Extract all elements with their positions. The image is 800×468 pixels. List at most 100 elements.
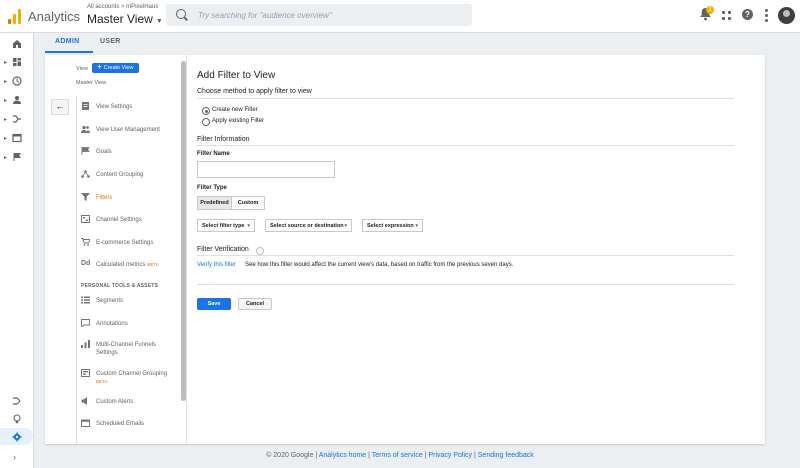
expression-select[interactable]: Select expression ▾ [362, 219, 423, 232]
nav-discover[interactable] [0, 411, 33, 429]
footer-link-terms[interactable]: Terms of service [372, 452, 423, 459]
home-icon [13, 40, 21, 48]
source-destination-select[interactable]: Select source or destination ▾ [265, 219, 352, 232]
chevron-down-icon: ▾ [247, 223, 250, 229]
page-title: Add Filter to View [197, 70, 276, 81]
radio-apply-existing-label[interactable]: Apply existing Filter [212, 118, 264, 124]
notification-badge: 1 [706, 6, 714, 14]
filter-info-heading: Filter Information [197, 136, 250, 143]
menu-label: Content Grouping [96, 172, 144, 178]
app-title: Analytics [28, 9, 81, 24]
verify-description: See how this filter would affect the cur… [245, 262, 514, 268]
nav-customization[interactable]: ▸ [0, 54, 33, 72]
tab-admin[interactable]: ADMIN [55, 38, 79, 45]
dashboard-icon [13, 58, 21, 66]
filter-name-field[interactable] [197, 161, 335, 178]
menu-label: Annotations [96, 321, 128, 327]
gear-icon [12, 432, 22, 442]
menu-label: Segments [96, 298, 124, 304]
view-name[interactable]: Master View [76, 80, 106, 86]
menu-label-with-badge: Calculated metrics BETA [96, 261, 159, 269]
menu-label: Channel Settings [96, 217, 142, 223]
avatar[interactable] [778, 7, 795, 24]
view-label: View [76, 66, 88, 72]
lightbulb-icon [13, 414, 21, 424]
select-label: Select source or destination [270, 223, 344, 229]
view-selector[interactable]: Master View ▼ [87, 12, 163, 26]
channel-icon [81, 215, 90, 223]
radio-create-new-label[interactable]: Create new Filter [212, 107, 258, 113]
divider [197, 145, 734, 146]
divider [197, 98, 734, 99]
chevron-down-icon: ▾ [344, 223, 347, 229]
nav-acquisition[interactable]: ▸ [0, 111, 33, 129]
help-icon[interactable]: ? [742, 9, 753, 20]
filter-type-predefined-button[interactable]: Predefined [197, 196, 232, 210]
nav-behavior[interactable]: ▸ [0, 130, 33, 148]
more-options-icon[interactable] [765, 9, 768, 22]
annotation-icon [81, 319, 90, 327]
filter-name-label: Filter Name [197, 151, 230, 157]
search-icon [176, 9, 186, 19]
search-bar[interactable]: Try searching for "audience overview" [166, 4, 472, 26]
footer-link-privacy[interactable]: Privacy Policy [428, 452, 472, 459]
chevron-right-icon: ▸ [4, 117, 8, 123]
filter-type-custom-button[interactable]: Custom [231, 196, 265, 210]
filter-type-label: Filter Type [197, 185, 227, 191]
chevron-right-icon: ▸ [4, 98, 8, 104]
verify-filter-link[interactable]: Verify this filter [197, 262, 236, 268]
menu-label: E-commerce Settings [96, 240, 154, 246]
dd-icon: Dd [81, 260, 91, 267]
menu-label: Goals [96, 149, 112, 155]
column-divider [76, 96, 77, 444]
tab-user[interactable]: USER [100, 38, 121, 45]
info-icon[interactable]: i [256, 247, 264, 255]
nav-realtime[interactable]: ▸ [0, 73, 33, 91]
menu-label: Multi-Channel Funnels [96, 342, 157, 348]
apps-grid-icon[interactable] [722, 11, 731, 20]
chevron-right-icon: ▸ [4, 60, 8, 66]
verification-heading: Filter Verification [197, 246, 249, 253]
copyright: © 2020 Google [266, 452, 314, 459]
attribution-icon [13, 397, 21, 405]
analytics-logo-icon[interactable] [8, 8, 22, 24]
divider [197, 284, 734, 285]
menu-label: View Settings [96, 104, 133, 110]
chevron-right-icon: ▸ [4, 155, 8, 161]
chevron-down-icon: ▾ [415, 223, 418, 229]
radio-apply-existing[interactable] [202, 118, 210, 126]
acquisition-icon [13, 115, 21, 123]
footer-link-analytics-home[interactable]: Analytics home [319, 452, 366, 459]
nav-home[interactable] [0, 36, 33, 54]
nav-audience[interactable]: ▸ [0, 92, 33, 110]
view-selector-label: Master View [87, 12, 153, 26]
person-icon [13, 96, 21, 104]
select-label: Select expression [367, 223, 414, 229]
back-arrow-icon[interactable]: ← [51, 99, 69, 115]
chevron-right-icon: ▸ [4, 79, 8, 85]
footer-link-feedback[interactable]: Sending feedback [478, 452, 534, 459]
scrollbar-thumb[interactable] [181, 61, 186, 401]
create-view-button[interactable]: + Create View [92, 63, 139, 73]
flag-icon [13, 153, 21, 161]
funnel-icon [81, 340, 90, 348]
cancel-button[interactable]: Cancel [238, 298, 272, 310]
save-button[interactable]: Save [197, 298, 231, 310]
chevron-right-icon: ▸ [4, 136, 8, 142]
plus-icon: + [97, 64, 102, 71]
nav-conversions[interactable]: ▸ [0, 149, 33, 167]
custom-grouping-icon [81, 369, 90, 377]
nav-admin[interactable] [0, 429, 33, 447]
menu-label: Scheduled Emails [96, 421, 145, 427]
top-bar: Analytics All accounts > mPixelHaus Mast… [0, 0, 800, 33]
menu-label: Custom Alerts [96, 399, 134, 405]
filter-type-select[interactable]: Select filter type ▾ [197, 219, 255, 232]
account-breadcrumb[interactable]: All accounts > mPixelHaus [87, 4, 158, 10]
left-nav-rail: ▸ ▸ ▸ ▸ ▸ ▸ › [0, 33, 34, 468]
beta-badge: BETA [147, 262, 159, 267]
document-icon [82, 102, 89, 110]
filter-form: Add Filter to View Choose method to appl… [197, 55, 757, 444]
select-label: Select filter type [202, 223, 245, 229]
nav-attribution[interactable] [0, 393, 33, 411]
radio-create-new[interactable] [202, 107, 210, 115]
